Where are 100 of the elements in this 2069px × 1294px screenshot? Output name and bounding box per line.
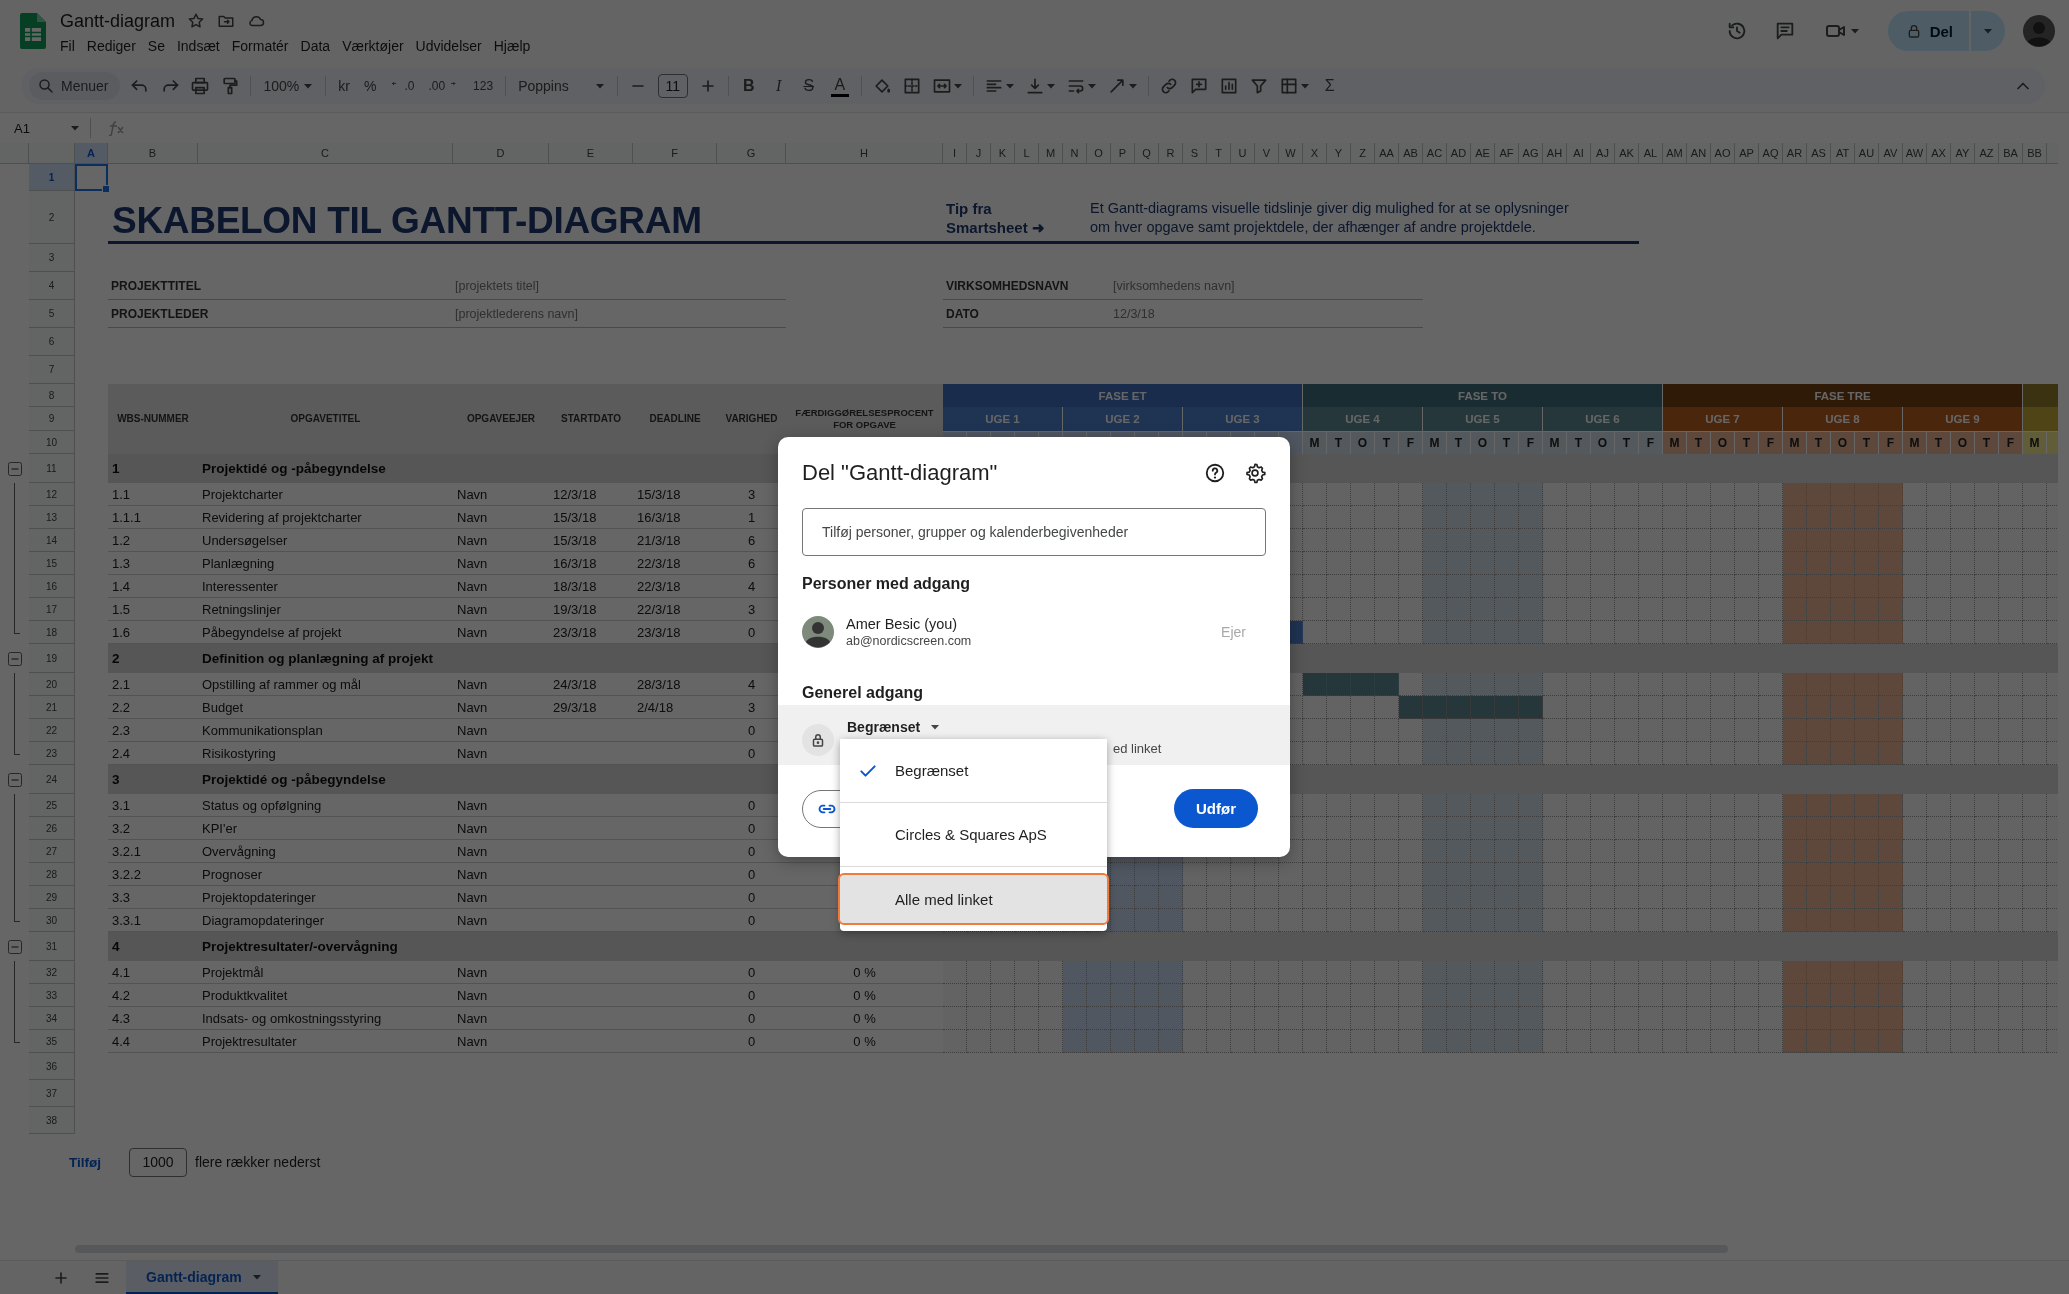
row-header[interactable]: 29 [29, 886, 75, 909]
increase-decimals-button[interactable]: .00 [426, 72, 462, 100]
add-people-field[interactable]: Tilføj personer, grupper og kalenderbegivenheder [802, 508, 1266, 556]
column-header[interactable]: S [1183, 143, 1207, 164]
name-box[interactable]: A1 [0, 115, 90, 141]
italic-button[interactable]: I [768, 72, 789, 100]
column-header[interactable]: AP [1735, 143, 1759, 164]
column-header[interactable]: AS [1807, 143, 1831, 164]
done-button[interactable]: Udfør [1174, 789, 1258, 828]
row-header[interactable]: 33 [29, 984, 75, 1007]
menu-item[interactable]: Rediger [80, 38, 142, 54]
column-header[interactable]: AR [1783, 143, 1807, 164]
row-count-field[interactable]: 1000 [129, 1147, 187, 1177]
column-header[interactable]: AD [1447, 143, 1471, 164]
row-header[interactable]: 17 [29, 598, 75, 621]
zoom-dropdown[interactable]: 100% [261, 72, 316, 100]
column-header[interactable]: T [1207, 143, 1231, 164]
row-header[interactable]: 7 [29, 356, 75, 384]
column-header[interactable]: Q [1135, 143, 1159, 164]
column-header[interactable]: AG [1519, 143, 1543, 164]
font-size-field[interactable]: 11 [657, 74, 688, 98]
decrease-decimals-button[interactable]: .0 [388, 72, 417, 100]
column-header[interactable]: Y [1327, 143, 1351, 164]
column-header[interactable]: P [1111, 143, 1135, 164]
row-header[interactable]: 30 [29, 909, 75, 932]
column-header[interactable]: AO [1711, 143, 1735, 164]
access-option[interactable]: Begrænset [840, 739, 1107, 803]
row-header[interactable]: 8 [29, 384, 75, 407]
row-header[interactable]: 4 [29, 272, 75, 300]
row-header[interactable]: 22 [29, 719, 75, 742]
column-header[interactable]: D [453, 143, 549, 164]
row-header[interactable]: 20 [29, 673, 75, 696]
share-button[interactable]: Del [1887, 11, 1969, 51]
menu-item[interactable]: Udvidelser [409, 38, 488, 54]
menu-item[interactable]: Hjælp [487, 38, 537, 54]
column-header[interactable]: Z [1351, 143, 1375, 164]
column-header[interactable]: AJ [1591, 143, 1615, 164]
column-header[interactable]: BA [1999, 143, 2023, 164]
row-header[interactable]: 24 [29, 765, 75, 794]
row-header[interactable]: 25 [29, 794, 75, 817]
column-header[interactable]: AH [1543, 143, 1567, 164]
access-dropdown[interactable]: Begrænset [847, 716, 1162, 738]
row-header[interactable]: 5 [29, 300, 75, 328]
row-header[interactable]: 31 [29, 932, 75, 961]
column-header[interactable]: AI [1567, 143, 1591, 164]
sheet-tab[interactable]: Gantt-diagram [126, 1261, 278, 1294]
column-header[interactable]: K [991, 143, 1015, 164]
column-header[interactable]: AQ [1759, 143, 1783, 164]
column-header[interactable]: AL [1639, 143, 1663, 164]
bold-button[interactable]: B [738, 72, 759, 100]
column-header[interactable]: AK [1615, 143, 1639, 164]
row-header[interactable]: 34 [29, 1007, 75, 1030]
menu-item[interactable]: Fil [54, 38, 81, 54]
column-header[interactable]: I [943, 143, 967, 164]
column-header[interactable]: X [1303, 143, 1327, 164]
row-header[interactable]: 10 [29, 431, 75, 454]
number-format-button[interactable]: 123 [471, 72, 496, 100]
row-header[interactable]: 14 [29, 529, 75, 552]
currency-button[interactable]: kr [336, 72, 352, 100]
row-header[interactable]: 9 [29, 407, 75, 431]
row-header[interactable]: 19 [29, 644, 75, 673]
column-header[interactable]: R [1159, 143, 1183, 164]
column-header[interactable]: A [75, 143, 108, 164]
column-header[interactable]: AB [1399, 143, 1423, 164]
row-header[interactable]: 21 [29, 696, 75, 719]
column-header[interactable]: AF [1495, 143, 1519, 164]
row-header[interactable]: 3 [29, 244, 75, 272]
add-rows-button[interactable]: Tilføj [69, 1154, 101, 1170]
menu-item[interactable]: Data [294, 38, 337, 54]
row-header[interactable]: 13 [29, 506, 75, 529]
row-header[interactable]: 2 [29, 191, 75, 244]
access-option[interactable]: Alle med linket [838, 873, 1109, 925]
access-option[interactable]: Circles & Squares ApS [840, 803, 1107, 867]
column-header[interactable]: BB [2023, 143, 2047, 164]
row-header[interactable]: 6 [29, 328, 75, 356]
functions-button[interactable]: Σ [1319, 72, 1340, 100]
column-header[interactable]: N [1063, 143, 1087, 164]
tip-link[interactable]: Tip fra Smartsheet ➜ [943, 198, 1045, 237]
column-header[interactable]: AC [1423, 143, 1447, 164]
column-header[interactable]: J [967, 143, 991, 164]
column-header[interactable]: AX [1927, 143, 1951, 164]
column-header[interactable]: AN [1687, 143, 1711, 164]
column-header[interactable]: AE [1471, 143, 1495, 164]
menu-item[interactable]: Formatér [225, 38, 295, 54]
column-header[interactable]: E [549, 143, 633, 164]
row-header[interactable]: 1 [29, 164, 75, 191]
menu-item[interactable]: Værktøjer [336, 38, 410, 54]
column-header[interactable]: AT [1831, 143, 1855, 164]
column-header[interactable]: O [1087, 143, 1111, 164]
text-color-button[interactable]: A [828, 75, 851, 97]
row-header[interactable]: 28 [29, 863, 75, 886]
column-header[interactable]: L [1015, 143, 1039, 164]
document-title[interactable]: Gantt-diagram [60, 10, 176, 32]
font-dropdown[interactable]: Poppins [516, 72, 607, 100]
row-header[interactable]: 37 [29, 1080, 75, 1107]
menu-item[interactable]: Se [141, 38, 171, 54]
row-header[interactable]: 18 [29, 621, 75, 644]
row-header[interactable]: 35 [29, 1030, 75, 1053]
row-header[interactable]: 11 [29, 454, 75, 483]
row-header[interactable]: 27 [29, 840, 75, 863]
